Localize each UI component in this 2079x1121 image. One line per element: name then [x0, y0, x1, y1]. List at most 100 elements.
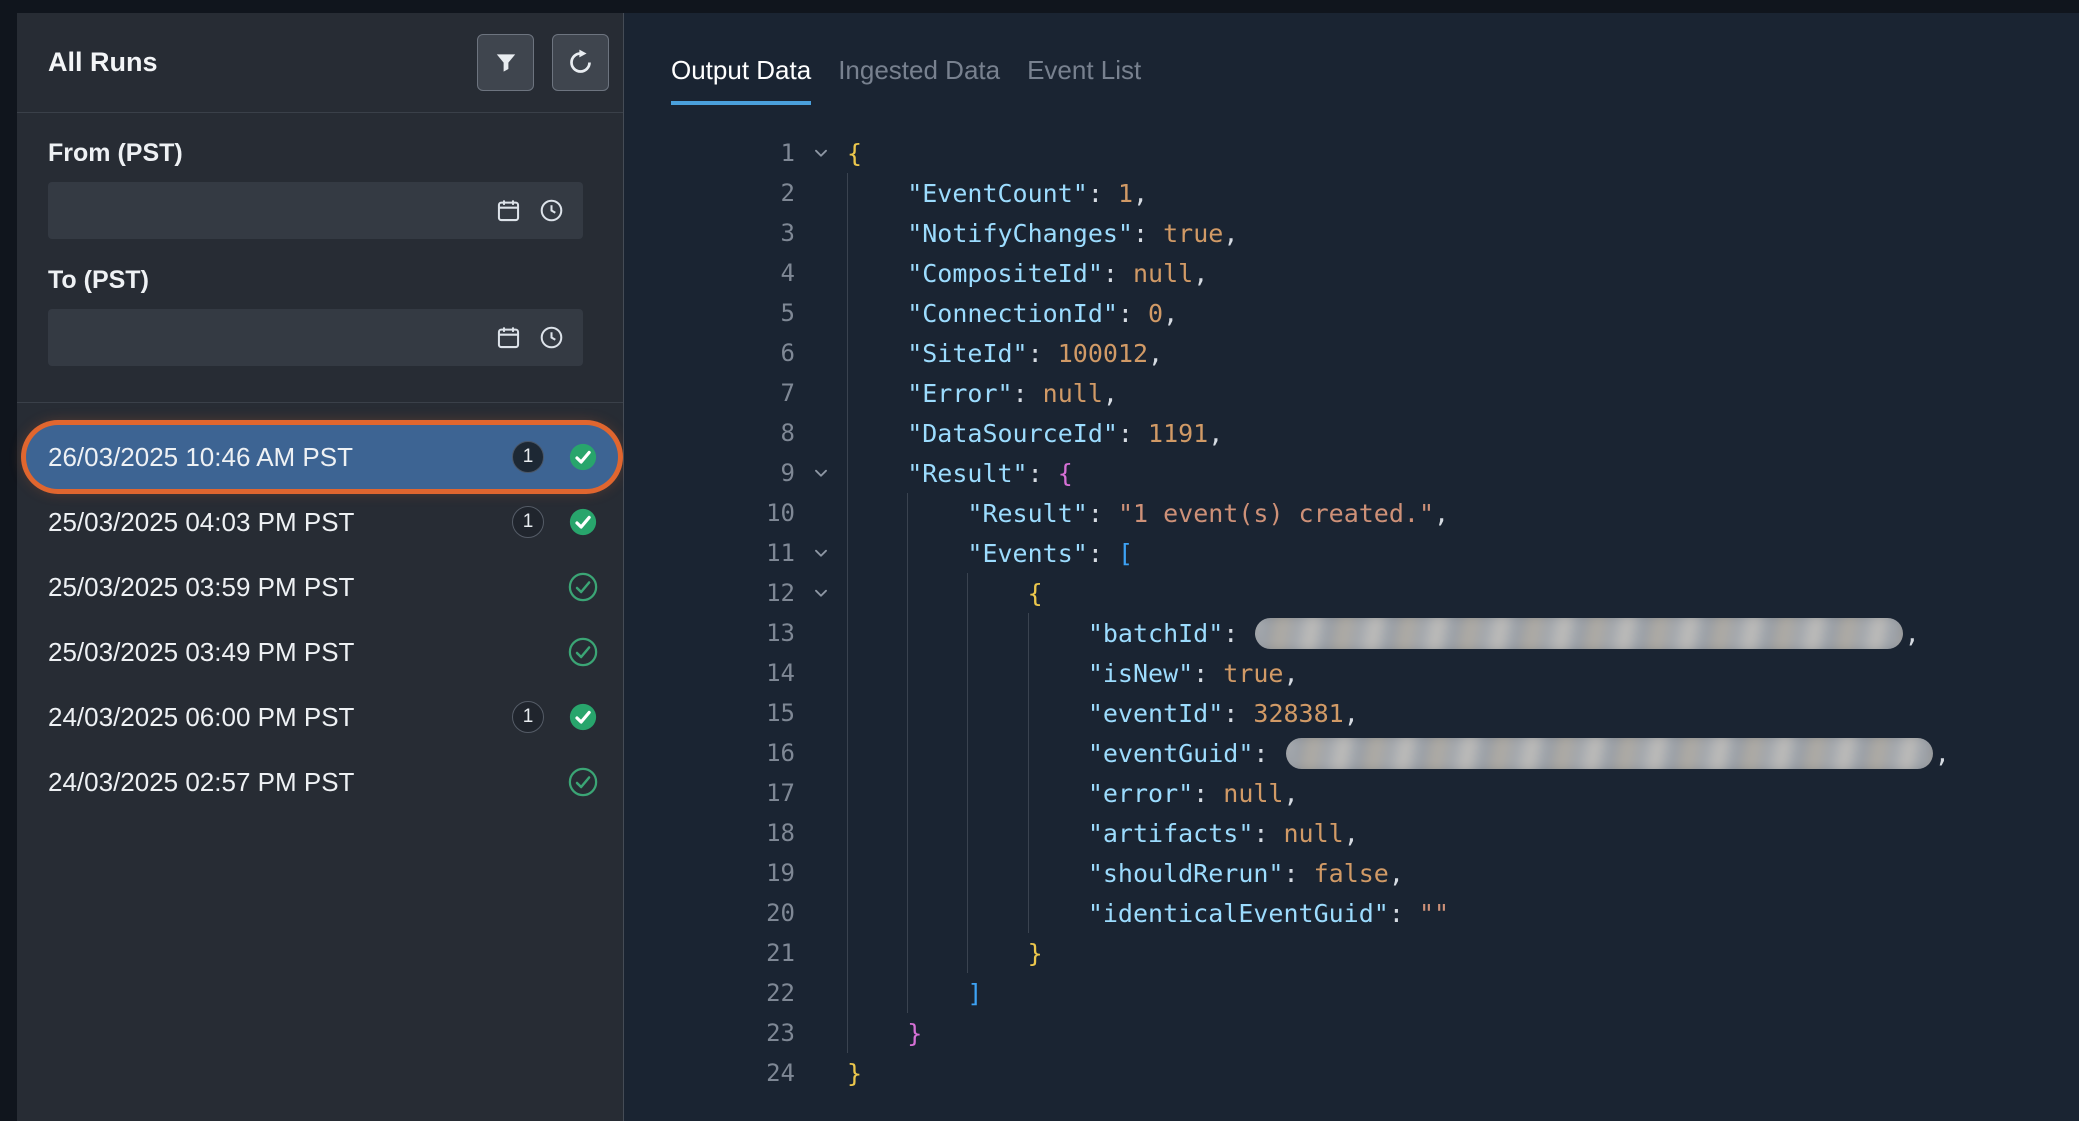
- indent-guide: [967, 853, 1027, 893]
- code-text: "SiteId": 100012,: [847, 333, 1163, 373]
- indent-guide: [907, 573, 967, 613]
- run-timestamp: 24/03/2025 06:00 PM PST: [48, 702, 512, 733]
- success-check-icon: [568, 767, 598, 797]
- line-number: 3: [624, 219, 795, 247]
- collapse-chevron-icon[interactable]: [795, 582, 847, 604]
- code-text: {: [847, 139, 862, 168]
- indent-guide: [847, 773, 907, 813]
- run-list-item[interactable]: 25/03/2025 04:03 PM PST 1: [26, 490, 618, 554]
- run-list-item[interactable]: 25/03/2025 03:59 PM PST: [26, 555, 618, 619]
- json-token: :: [1283, 859, 1313, 888]
- json-token: ,: [1208, 419, 1223, 448]
- code-line-15: 15"eventId": 328381,: [624, 693, 2079, 733]
- code-line-13: 13"batchId": ,: [624, 613, 2079, 653]
- filter-button[interactable]: [477, 34, 534, 91]
- collapse-chevron-icon[interactable]: [795, 142, 847, 164]
- run-timestamp: 24/03/2025 02:57 PM PST: [48, 767, 568, 798]
- json-token: null: [1133, 259, 1193, 288]
- json-token: ,: [1284, 779, 1299, 808]
- json-token: :: [1013, 379, 1043, 408]
- line-number: 6: [624, 339, 795, 367]
- tab-bar: Output Data Ingested Data Event List: [624, 13, 2079, 105]
- collapse-chevron-icon[interactable]: [795, 542, 847, 564]
- app-window: All Runs From (PST): [17, 13, 2079, 1121]
- clock-icon[interactable]: [538, 324, 565, 351]
- indent-guide: [967, 693, 1027, 733]
- run-timestamp: 26/03/2025 10:46 AM PST: [48, 442, 512, 473]
- code-line-17: 17"error": null,: [624, 773, 2079, 813]
- code-text: "DataSourceId": 1191,: [847, 413, 1223, 453]
- json-token: "DataSourceId": [907, 419, 1118, 448]
- json-token: "NotifyChanges": [907, 219, 1133, 248]
- code-line-21: 21}: [624, 933, 2079, 973]
- json-token: "Result": [967, 499, 1087, 528]
- code-line-18: 18"artifacts": null,: [624, 813, 2079, 853]
- line-number: 21: [624, 939, 795, 967]
- indent-guide: [1028, 893, 1088, 933]
- calendar-icon[interactable]: [495, 197, 522, 224]
- to-date-input[interactable]: [48, 309, 583, 366]
- line-number: 15: [624, 699, 795, 727]
- date-filter-panel: From (PST) To (PST): [17, 113, 623, 403]
- code-line-10: 10 "Result": "1 event(s) created.",: [624, 493, 2079, 533]
- from-label: From (PST): [48, 139, 583, 168]
- indent-guide: [967, 613, 1027, 653]
- json-token: :: [1118, 419, 1148, 448]
- json-token: :: [1028, 339, 1058, 368]
- json-token: ,: [1133, 179, 1148, 208]
- tab-output-data[interactable]: Output Data: [671, 55, 811, 105]
- code-line-16: 16"eventGuid": ,: [624, 733, 2079, 773]
- json-token: :: [1103, 259, 1133, 288]
- code-line-14: 14"isNew": true,: [624, 653, 2079, 693]
- clock-icon[interactable]: [538, 197, 565, 224]
- refresh-button[interactable]: [552, 34, 609, 91]
- line-number: 10: [624, 499, 795, 527]
- line-number: 16: [624, 739, 795, 767]
- json-token: 0: [1148, 299, 1163, 328]
- json-token: "isNew": [1088, 659, 1193, 688]
- run-list-item[interactable]: 24/03/2025 06:00 PM PST 1: [26, 685, 618, 749]
- code-text: "Events": [: [847, 533, 1133, 573]
- json-token: }: [907, 1019, 922, 1048]
- code-line-3: 3"NotifyChanges": true,: [624, 213, 2079, 253]
- line-number: 20: [624, 899, 795, 927]
- code-line-6: 6 "SiteId": 100012,: [624, 333, 2079, 373]
- code-text: }: [847, 933, 1043, 973]
- tab-ingested-data[interactable]: Ingested Data: [838, 55, 1000, 105]
- tab-event-list[interactable]: Event List: [1027, 55, 1141, 105]
- json-token: :: [1028, 459, 1058, 488]
- line-number: 24: [624, 1059, 795, 1087]
- json-token: ,: [1163, 299, 1178, 328]
- indent-guide: [967, 813, 1027, 853]
- code-line-20: 20"identicalEventGuid": "": [624, 893, 2079, 933]
- code-text: "Result": "1 event(s) created.",: [847, 493, 1449, 533]
- indent-guide: [847, 413, 907, 453]
- indent-guide: [847, 373, 907, 413]
- from-date-value[interactable]: [66, 197, 479, 225]
- run-list-item[interactable]: 24/03/2025 02:57 PM PST: [26, 750, 618, 814]
- json-token: ]: [967, 979, 982, 1008]
- code-line-5: 5"ConnectionId": 0,: [624, 293, 2079, 333]
- indent-guide: [847, 653, 907, 693]
- run-list-item-selected[interactable]: 26/03/2025 10:46 AM PST 1: [26, 425, 618, 489]
- json-token: ,: [1103, 379, 1118, 408]
- success-check-icon: [568, 572, 598, 602]
- run-list-item[interactable]: 25/03/2025 03:49 PM PST: [26, 620, 618, 684]
- from-date-input[interactable]: [48, 182, 583, 239]
- line-number: 18: [624, 819, 795, 847]
- line-number: 8: [624, 419, 795, 447]
- indent-guide: [847, 453, 907, 493]
- code-text: "shouldRerun": false,: [847, 853, 1404, 893]
- code-text: "batchId": ,: [847, 613, 1920, 653]
- refresh-icon: [567, 49, 594, 76]
- filter-funnel-icon: [493, 50, 519, 76]
- code-line-12: 12{: [624, 573, 2079, 613]
- calendar-icon[interactable]: [495, 324, 522, 351]
- collapse-chevron-icon[interactable]: [795, 462, 847, 484]
- json-token: null: [1284, 819, 1344, 848]
- json-token: :: [1088, 539, 1118, 568]
- line-number: 14: [624, 659, 795, 687]
- indent-guide: [847, 973, 907, 1013]
- to-date-value[interactable]: [66, 324, 479, 352]
- indent-guide: [847, 173, 907, 213]
